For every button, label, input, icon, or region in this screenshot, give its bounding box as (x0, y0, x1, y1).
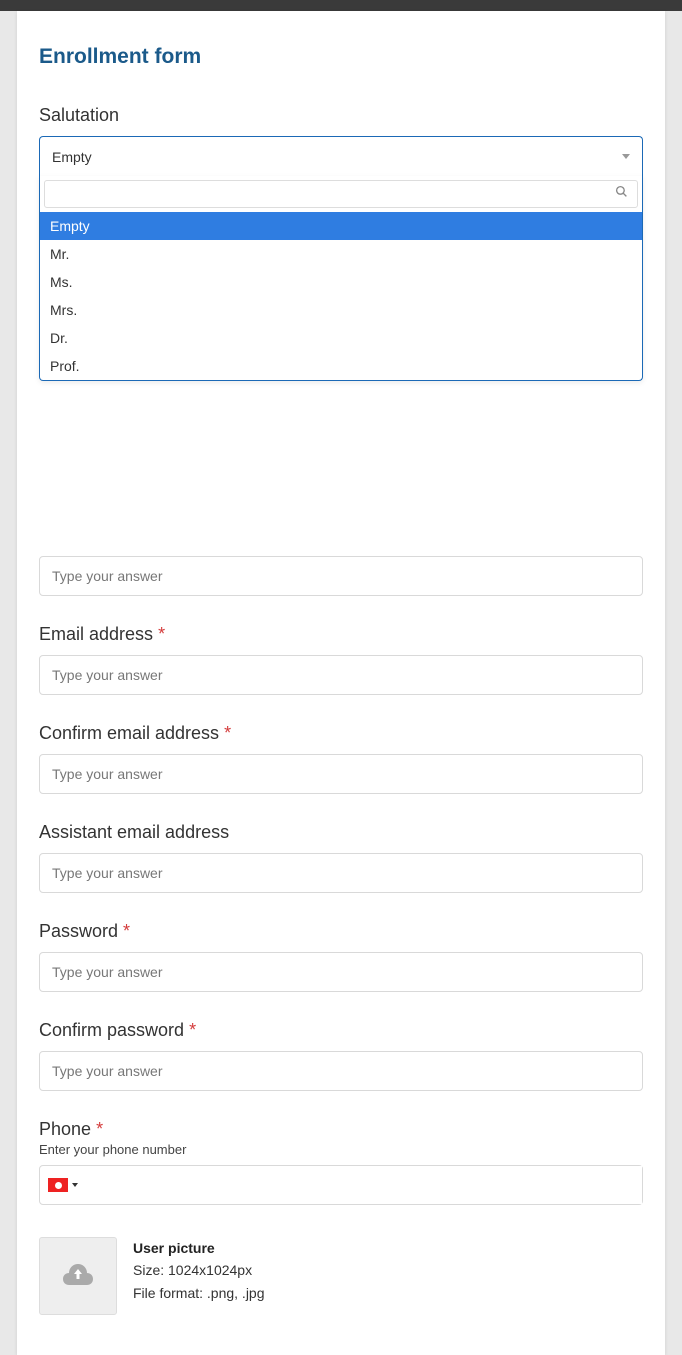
phone-input-wrapper (39, 1165, 643, 1205)
phone-hint: Enter your phone number (39, 1142, 643, 1157)
salutation-label: Salutation (39, 105, 643, 126)
search-icon (615, 185, 628, 203)
user-picture-section: User picture Size: 1024x1024px File form… (39, 1237, 643, 1315)
email-field-group: Email address * (39, 624, 643, 695)
confirm-email-field-group: Confirm email address * (39, 723, 643, 794)
assistant-email-field-group: Assistant email address (39, 822, 643, 893)
phone-input[interactable] (86, 1166, 642, 1204)
confirm-password-field-group: Confirm password * (39, 1020, 643, 1091)
hidden-name-field (39, 556, 643, 596)
top-dark-bar (0, 0, 682, 11)
upload-title: User picture (133, 1237, 265, 1259)
confirm-email-input[interactable] (39, 754, 643, 794)
upload-info: User picture Size: 1024x1024px File form… (133, 1237, 265, 1304)
salutation-field: Salutation Empty Empty Mr. (39, 105, 643, 381)
assistant-email-label: Assistant email address (39, 822, 643, 843)
salutation-search-input[interactable] (44, 180, 638, 208)
salutation-dropdown: Empty Mr. Ms. Mrs. Dr. Prof. (39, 176, 643, 381)
confirm-password-label: Confirm password * (39, 1020, 643, 1041)
email-label: Email address * (39, 624, 643, 645)
salutation-option-mrs[interactable]: Mrs. (40, 296, 642, 324)
assistant-email-input[interactable] (39, 853, 643, 893)
salutation-option-dr[interactable]: Dr. (40, 324, 642, 352)
salutation-options-list: Empty Mr. Ms. Mrs. Dr. Prof. (40, 212, 642, 380)
salutation-option-prof[interactable]: Prof. (40, 352, 642, 380)
salutation-select[interactable]: Empty (39, 136, 643, 176)
password-field-group: Password * (39, 921, 643, 992)
hidden-name-input[interactable] (39, 556, 643, 596)
salutation-selected: Empty (52, 149, 92, 165)
phone-field-group: Phone * Enter your phone number (39, 1119, 643, 1205)
confirm-password-input[interactable] (39, 1051, 643, 1091)
upload-cloud-icon (62, 1262, 94, 1290)
upload-size: Size: 1024x1024px (133, 1259, 265, 1281)
chevron-down-icon (622, 154, 630, 159)
flag-icon (48, 1178, 68, 1192)
phone-country-selector[interactable] (40, 1166, 86, 1204)
confirm-email-label: Confirm email address * (39, 723, 643, 744)
upload-format: File format: .png, .jpg (133, 1282, 265, 1304)
page-title: Enrollment form (39, 45, 643, 69)
salutation-option-mr[interactable]: Mr. (40, 240, 642, 268)
chevron-down-icon (72, 1183, 78, 1187)
upload-picture-button[interactable] (39, 1237, 117, 1315)
salutation-option-ms[interactable]: Ms. (40, 268, 642, 296)
password-input[interactable] (39, 952, 643, 992)
password-label: Password * (39, 921, 643, 942)
phone-label: Phone * (39, 1119, 643, 1140)
form-card: Enrollment form Salutation Empty Emp (17, 11, 665, 1355)
email-input[interactable] (39, 655, 643, 695)
salutation-option-empty[interactable]: Empty (40, 212, 642, 240)
